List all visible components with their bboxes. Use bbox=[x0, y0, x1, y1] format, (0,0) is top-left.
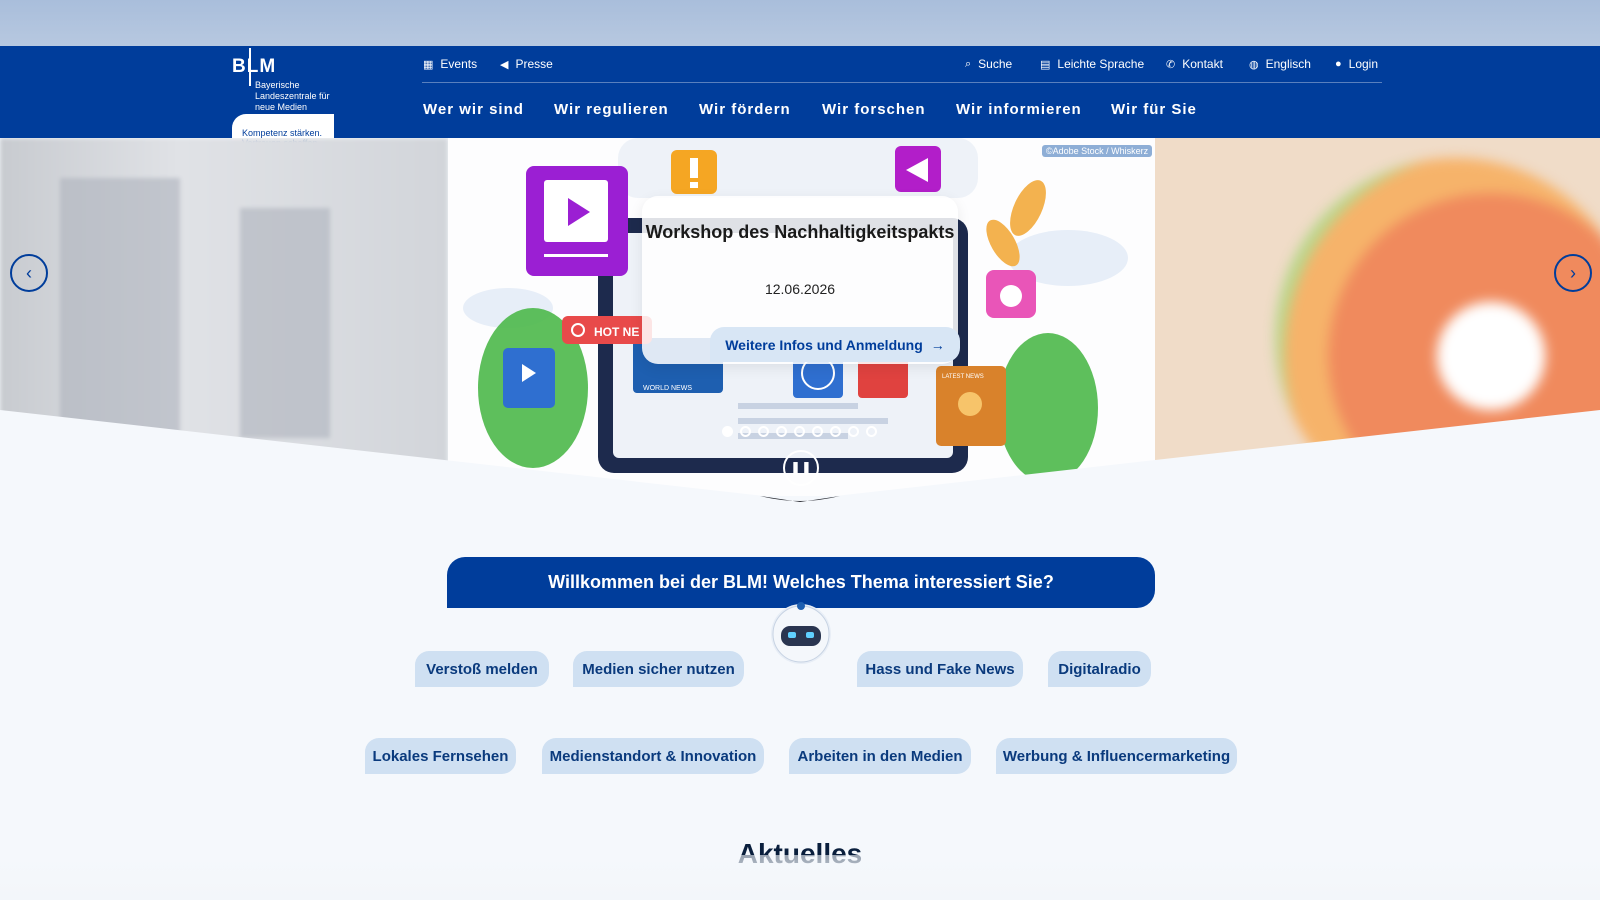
utility-label: Kontakt bbox=[1182, 57, 1223, 71]
logo-subtitle: Bayerische Landeszentrale für neue Medie… bbox=[255, 80, 330, 112]
utility-link-login[interactable]: ● Login bbox=[1335, 56, 1378, 72]
latest-news-label: LATEST NEWS bbox=[942, 374, 984, 380]
carousel-dot[interactable] bbox=[866, 426, 877, 437]
carousel-prev-button[interactable]: ‹ bbox=[10, 254, 48, 292]
slide-button-label: Weitere Infos und Anmeldung bbox=[725, 336, 923, 353]
topic-chip-arbeiten-in-den-medien[interactable]: Arbeiten in den Medien bbox=[789, 738, 971, 774]
globe-icon: ◍ bbox=[1249, 58, 1259, 71]
carousel-pause-button[interactable]: ❚❚ bbox=[783, 450, 819, 486]
topic-chip-hass-fake-news[interactable]: Hass und Fake News bbox=[857, 651, 1023, 687]
utility-link-kontakt[interactable]: ✆ Kontakt bbox=[1166, 56, 1223, 72]
nav-wir-fuer-sie[interactable]: Wir für Sie bbox=[1111, 101, 1197, 118]
logo-mark: BLM bbox=[232, 56, 277, 77]
topic-label: Lokales Fernsehen bbox=[372, 747, 509, 765]
world-news-label: WORLD NEWS bbox=[643, 385, 692, 392]
bottom-fade-overlay bbox=[0, 855, 1600, 900]
carousel-dots bbox=[722, 426, 877, 437]
logo-mark-area: BLM Bayerische Landeszentrale für neue M… bbox=[232, 46, 334, 116]
topic-label: Werbung & Influencermarketing bbox=[1002, 747, 1231, 765]
topic-chip-lokales-fernsehen[interactable]: Lokales Fernsehen bbox=[365, 738, 516, 774]
topic-chip-verstoss-melden[interactable]: Verstoß melden bbox=[415, 651, 549, 687]
carousel-dot[interactable] bbox=[758, 426, 769, 437]
carousel-dot[interactable] bbox=[848, 426, 859, 437]
utility-link-leichte-sprache[interactable]: ▤ Leichte Sprache bbox=[1040, 56, 1144, 72]
slide-date: 12.06.2026 bbox=[764, 281, 836, 297]
utility-label: Login bbox=[1348, 57, 1379, 71]
topic-label: Verstoß melden bbox=[426, 660, 538, 678]
chevron-right-icon: › bbox=[1570, 262, 1576, 283]
megaphone-icon: ◀ bbox=[500, 58, 509, 71]
topic-chip-medien-sicher-nutzen[interactable]: Medien sicher nutzen bbox=[573, 651, 744, 687]
carousel-dot[interactable] bbox=[830, 426, 841, 437]
topic-label: Arbeiten in den Medien bbox=[797, 747, 963, 765]
calendar-icon: ▦ bbox=[423, 58, 434, 71]
phone-icon: ✆ bbox=[1166, 58, 1176, 71]
search-icon: ⌕ bbox=[965, 57, 972, 70]
chevron-left-icon: ‹ bbox=[26, 262, 32, 283]
nav-wer-wir-sind[interactable]: Wer wir sind bbox=[423, 101, 524, 118]
utility-label: Presse bbox=[515, 57, 553, 71]
utility-link-suche[interactable]: ⌕ Suche bbox=[965, 56, 1012, 72]
welcome-text: Willkommen bei der BLM! Welches Thema in… bbox=[548, 572, 1054, 592]
topic-chip-digitalradio[interactable]: Digitalradio bbox=[1048, 651, 1151, 687]
utility-label: Leichte Sprache bbox=[1057, 57, 1145, 71]
utility-label: Englisch bbox=[1265, 57, 1311, 71]
topic-label: Digitalradio bbox=[1058, 660, 1141, 678]
carousel-next-button[interactable]: › bbox=[1554, 254, 1592, 292]
carousel-dot[interactable] bbox=[776, 426, 787, 437]
utility-label: Events bbox=[440, 57, 478, 71]
carousel-dot[interactable] bbox=[812, 426, 823, 437]
carousel-dot[interactable] bbox=[740, 426, 751, 437]
nav-wir-regulieren[interactable]: Wir regulieren bbox=[554, 101, 669, 118]
slide-more-info-button[interactable]: Weitere Infos und Anmeldung → bbox=[710, 327, 960, 362]
topic-label: Medien sicher nutzen bbox=[582, 660, 735, 678]
hot-news-label: HOT NE bbox=[594, 325, 639, 339]
header-divider bbox=[422, 82, 1382, 83]
utility-link-presse[interactable]: ◀ Presse bbox=[500, 56, 553, 72]
nav-wir-informieren[interactable]: Wir informieren bbox=[956, 101, 1082, 118]
user-icon: ● bbox=[1335, 58, 1342, 70]
utility-link-events[interactable]: ▦ Events bbox=[423, 56, 477, 72]
topic-chip-werbung-influencermarketing[interactable]: Werbung & Influencermarketing bbox=[996, 738, 1237, 774]
easy-language-icon: ▤ bbox=[1040, 58, 1051, 71]
pause-icon: ❚❚ bbox=[790, 460, 812, 475]
arrow-right-icon: → bbox=[930, 336, 945, 353]
carousel-dot[interactable] bbox=[794, 426, 805, 437]
utility-label: Suche bbox=[978, 57, 1013, 71]
nav-wir-forschen[interactable]: Wir forschen bbox=[822, 101, 926, 118]
chatbot-robot-icon[interactable] bbox=[768, 596, 834, 666]
slide-info-card: Workshop des Nachhaltigkeitspakts 12.06.… bbox=[642, 196, 960, 364]
topic-chip-medienstandort-innovation[interactable]: Medienstandort & Innovation bbox=[542, 738, 764, 774]
utility-link-englisch[interactable]: ◍ Englisch bbox=[1249, 56, 1311, 72]
topic-label: Medienstandort & Innovation bbox=[549, 747, 757, 765]
image-credit: ©Adobe Stock / Whiskerz bbox=[1042, 145, 1153, 157]
nav-wir-foerdern[interactable]: Wir fördern bbox=[699, 101, 791, 118]
carousel-dot[interactable] bbox=[722, 426, 733, 437]
topic-label: Hass und Fake News bbox=[865, 660, 1015, 678]
slide-title: Workshop des Nachhaltigkeitspakts bbox=[645, 222, 955, 242]
browser-backdrop bbox=[0, 0, 1600, 46]
